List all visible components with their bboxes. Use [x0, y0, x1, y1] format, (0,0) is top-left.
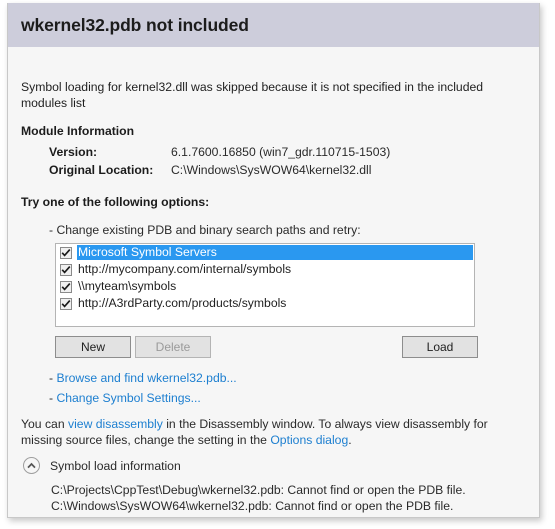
intro-text: Symbol loading for kernel32.dll was skip… — [21, 80, 484, 110]
checkbox-icon[interactable] — [60, 297, 72, 310]
list-item-label: http://mycompany.com/internal/symbols — [78, 262, 292, 276]
change-paths-bullet: - Change existing PDB and binary search … — [49, 223, 361, 237]
symbol-load-information-expander[interactable]: Symbol load information — [23, 457, 181, 474]
symbol-load-details: C:\Projects\CppTest\Debug\wkernel32.pdb:… — [51, 482, 466, 514]
browse-link-row: - Browse and find wkernel32.pdb... — [49, 371, 237, 385]
list-item[interactable]: Microsoft Symbol Servers — [56, 244, 474, 261]
para-part-1: You can — [21, 417, 68, 431]
para-part-3: . — [348, 433, 352, 447]
page-title: wkernel32.pdb not included — [21, 15, 249, 35]
disassembly-paragraph: You can view disassembly in the Disassem… — [21, 416, 526, 448]
module-information-heading: Module Information — [21, 124, 135, 138]
list-item-label: http://A3rdParty.com/products/symbols — [78, 296, 287, 310]
view-disassembly-link[interactable]: view disassembly — [68, 417, 163, 431]
list-item-label: Microsoft Symbol Servers — [77, 245, 473, 260]
window-body: Symbol loading for kernel32.dll was skip… — [8, 47, 539, 517]
options-heading: Try one of the following options: — [21, 195, 210, 209]
checkbox-icon[interactable] — [60, 263, 72, 276]
delete-button[interactable]: Delete — [135, 336, 211, 358]
list-item[interactable]: http://mycompany.com/internal/symbols — [56, 261, 474, 278]
change-symbol-settings-link[interactable]: Change Symbol Settings... — [56, 391, 200, 405]
original-location-label: Original Location: — [49, 163, 154, 177]
search-paths-listbox[interactable]: Microsoft Symbol Servers http://mycompan… — [55, 243, 475, 327]
chevron-up-circle-icon[interactable] — [23, 457, 40, 474]
no-symbols-loaded-window: wkernel32.pdb not included Symbol loadin… — [7, 3, 540, 518]
title-band: wkernel32.pdb not included — [8, 3, 539, 47]
detail-line-1: C:\Projects\CppTest\Debug\wkernel32.pdb:… — [51, 483, 466, 497]
list-item[interactable]: \\myteam\symbols — [56, 278, 474, 295]
checkbox-icon[interactable] — [60, 280, 72, 293]
original-location-value: C:\Windows\SysWOW64\kernel32.dll — [171, 163, 372, 177]
browse-and-find-link[interactable]: Browse and find wkernel32.pdb... — [56, 371, 236, 385]
version-value: 6.1.7600.16850 (win7_gdr.110715-1503) — [171, 145, 391, 159]
new-button[interactable]: New — [55, 336, 131, 358]
expander-label: Symbol load information — [50, 458, 181, 473]
load-button[interactable]: Load — [402, 336, 478, 358]
list-item-label: \\myteam\symbols — [78, 279, 177, 293]
checkbox-icon[interactable] — [60, 246, 72, 259]
list-item[interactable]: http://A3rdParty.com/products/symbols — [56, 295, 474, 312]
version-label: Version: — [49, 145, 98, 159]
options-dialog-link[interactable]: Options dialog — [270, 433, 348, 447]
settings-link-row: - Change Symbol Settings... — [49, 391, 201, 405]
detail-line-2: C:\Windows\SysWOW64\wkernel32.pdb: Canno… — [51, 499, 454, 513]
